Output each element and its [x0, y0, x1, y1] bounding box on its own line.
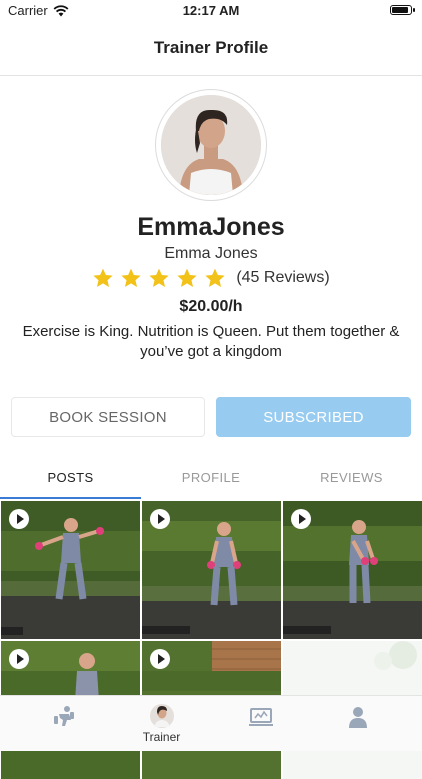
play-icon[interactable] [150, 649, 170, 669]
session-price: $20.00/h [179, 298, 243, 315]
trainer-full-name: Emma Jones [164, 245, 258, 262]
subscribed-button[interactable]: SUBSCRIBED [216, 397, 411, 437]
book-session-button[interactable]: BOOK SESSION [11, 397, 205, 437]
profile-tabs: POSTS PROFILE REVIEWS [0, 457, 422, 500]
tab-posts[interactable]: POSTS [0, 457, 141, 497]
trainer-bio: Exercise is King. Nutrition is Queen. Pu… [22, 323, 400, 360]
star-icon [93, 268, 113, 287]
active-tab-indicator [0, 497, 141, 499]
workout-icon [54, 706, 74, 726]
play-icon[interactable] [291, 509, 311, 529]
tab-bar-item-workouts[interactable] [11, 696, 116, 751]
tab-bar-item-sessions[interactable] [208, 696, 313, 751]
laptop-icon [249, 708, 273, 726]
rating-row[interactable]: (45 Reviews) [0, 267, 422, 289]
status-bar: Carrier 12:17 AM [0, 0, 422, 24]
trainer-photo [161, 95, 261, 195]
reviews-count[interactable]: (45 Reviews) [236, 269, 329, 287]
status-time: 12:17 AM [182, 3, 240, 18]
play-icon[interactable] [9, 509, 29, 529]
star-icon [121, 268, 141, 287]
tab-bar-label-trainer: Trainer [142, 730, 181, 744]
page-title: Trainer Profile [153, 38, 269, 57]
star-icon [177, 268, 197, 287]
post-thumbnail[interactable] [1, 501, 140, 639]
star-icon [205, 268, 225, 287]
battery-icon [390, 5, 415, 15]
post-thumbnail[interactable] [142, 501, 281, 639]
tab-profile[interactable]: PROFILE [141, 457, 281, 497]
star-icon [149, 268, 169, 287]
post-thumbnail[interactable] [283, 501, 422, 639]
trainer-username: EmmaJones [137, 213, 285, 241]
tab-reviews[interactable]: REVIEWS [281, 457, 422, 497]
posts-grid [0, 500, 422, 779]
bottom-tab-bar: Trainer [0, 695, 422, 751]
play-icon[interactable] [150, 509, 170, 529]
profile-avatar[interactable] [161, 95, 261, 195]
play-icon[interactable] [9, 649, 29, 669]
user-icon [349, 707, 367, 728]
navigation-bar: Trainer Profile [0, 24, 422, 76]
tab-bar-item-trainer[interactable]: Trainer [109, 696, 214, 751]
profile-avatar-ring[interactable] [155, 89, 267, 201]
tab-bar-item-account[interactable] [305, 696, 410, 751]
trainer-avatar-icon [150, 704, 174, 728]
